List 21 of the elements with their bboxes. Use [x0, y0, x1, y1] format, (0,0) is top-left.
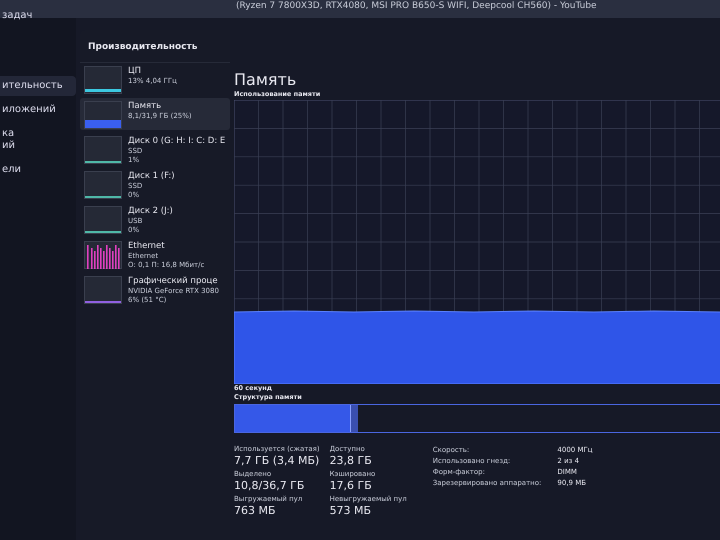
- stat-value: 573 МБ: [330, 504, 372, 518]
- window-title: (Ryzen 7 7800X3D, RTX4080, MSI PRO B650-S WIFI, Deepcool CH560) - YouTube: [236, 1, 597, 12]
- stat-value: 10,8/36,7 ГБ: [234, 479, 306, 493]
- nav-item[interactable]: ка ий: [0, 124, 76, 156]
- nav-item[interactable]: иложений: [0, 100, 76, 120]
- nav-item[interactable]: ели: [0, 160, 76, 180]
- nav-item[interactable]: задач: [0, 6, 76, 26]
- nav-item[interactable]: ительность: [0, 76, 76, 96]
- usage-graph-icon: [84, 171, 122, 199]
- usage-graph-icon: [84, 101, 122, 129]
- stat-value: 23,8 ГБ: [330, 454, 373, 468]
- section-title: Память: [234, 70, 298, 90]
- stat-value: 17,6 ГБ: [330, 479, 373, 493]
- stat-value: 7,7 ГБ (3,4 МБ): [234, 454, 320, 468]
- usage-graph-icon: [84, 136, 122, 164]
- usage-graph-icon: [84, 66, 122, 94]
- panel-title: Производительность: [80, 30, 230, 63]
- usage-graph-icon: [84, 206, 122, 234]
- usage-graph-icon: [84, 276, 122, 304]
- stat-value: 763 МБ: [234, 504, 277, 518]
- usage-graph-icon: [84, 241, 122, 269]
